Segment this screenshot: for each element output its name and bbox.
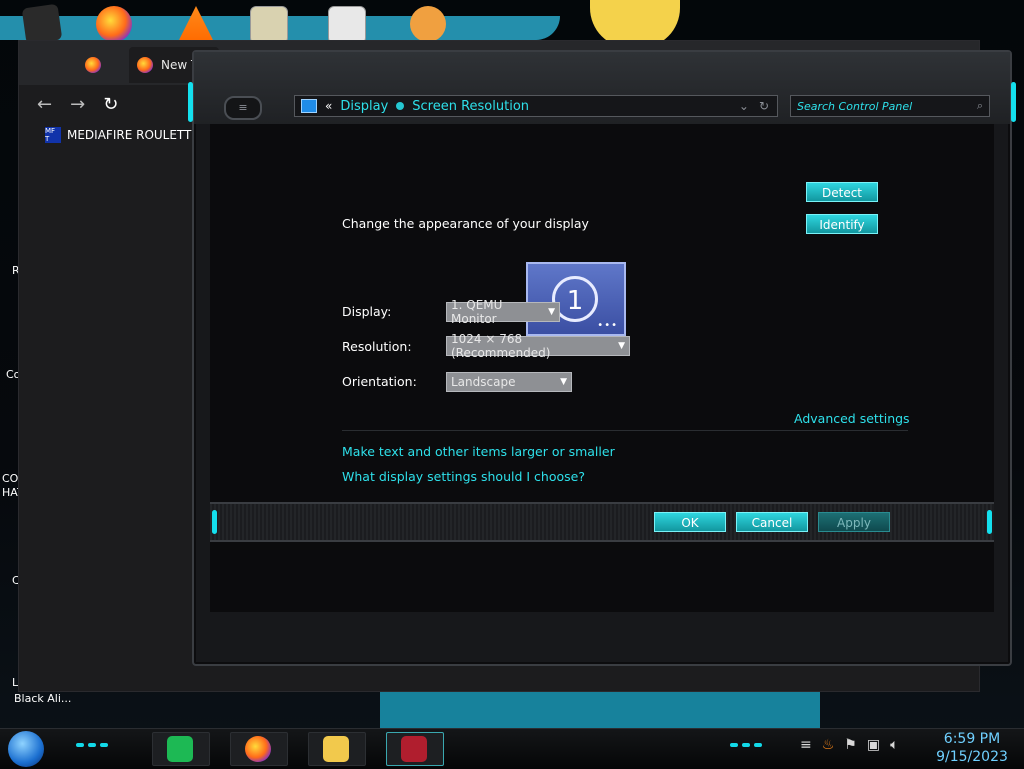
orientation-select[interactable]: Landscape ▼ [446, 372, 572, 392]
volume-icon[interactable]: 🔈︎ [890, 737, 898, 753]
network-icon[interactable]: ▣ [867, 737, 880, 753]
orientation-label: Orientation: [342, 374, 417, 389]
section-divider [342, 430, 908, 431]
user-desktop-icon[interactable] [410, 6, 446, 42]
control-panel-content: Change the appearance of your display 1 … [210, 124, 994, 612]
taskbar-decoration [730, 743, 738, 747]
browser-nav-bar: ← → ↻ [37, 91, 197, 117]
clock-time: 6:59 PM [943, 731, 1001, 747]
display-settings-help-link[interactable]: What display settings should I choose? [342, 469, 585, 484]
taskbar-spotify[interactable] [152, 732, 210, 766]
breadcrumb-display[interactable]: Display [340, 99, 388, 114]
taskbar-clock[interactable]: 6:59 PM 9/15/2023 [936, 730, 1008, 766]
control-panel-window: ≡ « Display Screen Resolution ⌄ ↻ Search… [188, 50, 1016, 666]
address-bar[interactable]: « Display Screen Resolution ⌄ ↻ [294, 95, 778, 117]
forward-arrow-icon[interactable]: → [70, 94, 85, 115]
system-tray: ≡ ♨ ⚑ ▣ 🔈︎ [800, 737, 899, 753]
search-placeholder: Search Control Panel [797, 99, 913, 113]
ok-button[interactable]: OK [654, 512, 726, 532]
chevron-down-icon[interactable]: ⌄ [739, 99, 749, 113]
firefox-icon [137, 57, 153, 73]
desktop-label-7: Black Ali... [14, 692, 72, 705]
control-panel-icon [401, 736, 427, 762]
reload-icon[interactable]: ↻ [103, 94, 118, 115]
bookmark-label: MEDIAFIRE ROULETTE! [67, 128, 204, 142]
search-icon[interactable]: ⌕ [977, 99, 983, 113]
dialog-button-bar: OK Cancel Apply [210, 502, 994, 542]
apply-button[interactable]: Apply [818, 512, 890, 532]
firefox-desktop-icon[interactable] [96, 6, 132, 42]
window-edge-decoration [188, 82, 193, 122]
resolution-select[interactable]: 1024 × 768 (Recommended) ▼ [446, 332, 630, 360]
java-icon[interactable]: ♨ [822, 737, 835, 753]
cancel-button[interactable]: Cancel [736, 512, 808, 532]
flag-icon[interactable]: ⚑ [844, 737, 857, 753]
refresh-icon[interactable]: ↻ [759, 99, 769, 113]
orientation-select-value: Landscape [451, 375, 516, 389]
clock-date: 9/15/2023 [936, 749, 1008, 765]
window-edge-decoration [1011, 82, 1016, 122]
breadcrumb-prefix: « [325, 99, 333, 113]
spotify-icon [167, 736, 193, 762]
breadcrumb-screen-resolution[interactable]: Screen Resolution [412, 99, 529, 114]
display-select[interactable]: 1. QEMU Monitor ▼ [446, 298, 560, 326]
hxd-desktop-icon[interactable] [250, 6, 288, 44]
chevron-down-icon: ▼ [560, 377, 567, 387]
wallpaper-cyan-band [380, 690, 820, 728]
resolution-label: Resolution: [342, 339, 412, 354]
firefox-icon [245, 736, 271, 762]
bar-edge-decoration [987, 510, 992, 534]
display-select-value: 1. QEMU Monitor [451, 298, 503, 326]
monitor-dots-icon: ••• [597, 320, 618, 331]
taskbar: ≡ ♨ ⚑ ▣ 🔈︎ 6:59 PM 9/15/2023 [0, 728, 1024, 769]
detect-button[interactable]: Detect [806, 182, 878, 202]
page-title: Change the appearance of your display [342, 216, 589, 231]
taskbar-decoration [100, 743, 108, 747]
back-forward-icon[interactable]: ≡ [224, 96, 262, 120]
text-size-link[interactable]: Make text and other items larger or smal… [342, 444, 615, 459]
chevron-down-icon: ▼ [618, 341, 625, 351]
taskbar-decoration [754, 743, 762, 747]
control-panel-icon [301, 99, 317, 113]
taskbar-firefox[interactable] [230, 732, 288, 766]
mediafire-icon: MF T [45, 127, 61, 143]
address-controls: ⌄ ↻ [739, 99, 777, 113]
search-input[interactable]: Search Control Panel ⌕ [790, 95, 990, 117]
taskbar-decoration [76, 743, 84, 747]
app-desktop-icon[interactable] [328, 6, 366, 44]
taskbar-decoration [742, 743, 750, 747]
folder-icon [323, 736, 349, 762]
chevron-down-icon: ▼ [548, 307, 555, 317]
breadcrumb-separator-icon [396, 102, 405, 110]
taskbar-decoration [88, 743, 96, 747]
resolution-select-value: 1024 × 768 (Recommended) [451, 332, 551, 360]
identify-button[interactable]: Identify [806, 214, 878, 234]
start-orb-icon[interactable] [8, 731, 44, 767]
control-panel-header: ≡ « Display Screen Resolution ⌄ ↻ Search… [194, 52, 1010, 124]
bookmark-mediafire[interactable]: MF T MEDIAFIRE ROULETTE! [45, 127, 204, 143]
bar-edge-decoration [212, 510, 217, 534]
display-label: Display: [342, 304, 392, 319]
back-arrow-icon[interactable]: ← [37, 94, 52, 115]
taskbar-file-explorer[interactable] [308, 732, 366, 766]
menu-lines-icon[interactable]: ≡ [800, 737, 812, 753]
taskbar-control-panel[interactable] [386, 732, 444, 766]
firefox-icon [85, 57, 101, 73]
advanced-settings-link[interactable]: Advanced settings [794, 411, 910, 426]
browser-tab-1[interactable] [85, 47, 109, 83]
desktop-icon-app-1[interactable] [21, 3, 63, 45]
